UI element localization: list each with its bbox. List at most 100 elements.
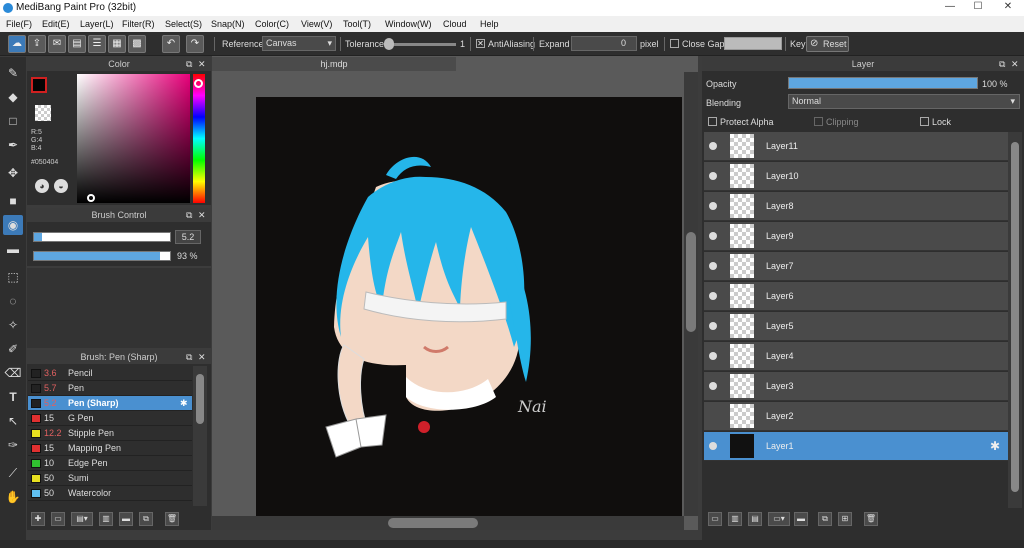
brush-list-scrollbar[interactable] [193, 366, 207, 506]
brush-menu-icon[interactable]: ▤▾ [71, 512, 93, 526]
brush-list-item[interactable]: 15 Mapping Pen [28, 441, 192, 456]
hue-handle[interactable] [194, 79, 203, 88]
menu-tool[interactable]: Tool(T) [343, 19, 371, 29]
layer-row[interactable]: Layer11 [704, 132, 1008, 161]
canvas-hscroll-thumb[interactable] [388, 518, 478, 528]
palette-icon[interactable]: ◕ [35, 179, 49, 193]
popout-icon[interactable]: ⧉ [999, 57, 1005, 71]
layout-icon[interactable]: ▩ [128, 35, 146, 53]
brush-list-item[interactable]: 5.7 Pen [28, 381, 192, 396]
brush-add-icon[interactable]: ✚ [31, 512, 45, 526]
operation-tool-icon[interactable]: ↖ [3, 411, 23, 431]
layer-list-scroll-thumb[interactable] [1011, 142, 1019, 492]
pen-tool-icon[interactable]: ✒ [3, 135, 23, 155]
eyedropper-icon[interactable]: ✑ [3, 435, 23, 455]
layer-folder-icon[interactable]: ▬ [794, 512, 808, 526]
visibility-eye-icon[interactable] [709, 352, 717, 360]
brush-list-item[interactable]: 50 Watercolor [28, 486, 192, 501]
panel-close-icon[interactable]: ✕ [1011, 57, 1019, 71]
tolerance-slider-handle[interactable] [384, 38, 394, 50]
select-eraser-icon[interactable]: ⌫ [3, 363, 23, 383]
reference-select[interactable]: Canvas ▾ [262, 36, 336, 51]
brush-list-item[interactable]: 50 Sumi [28, 471, 192, 486]
lock-checkbox[interactable] [920, 117, 929, 126]
brush-list-item[interactable]: 3.6 Pencil [28, 366, 192, 381]
document-icon[interactable]: ▤ [68, 35, 86, 53]
layer-opacity-slider[interactable] [788, 77, 978, 89]
brush-size-slider[interactable] [33, 232, 171, 242]
layer-row[interactable]: Layer10 [704, 162, 1008, 191]
brush-list-scroll-thumb[interactable] [196, 374, 204, 424]
panel-close-icon[interactable]: ✕ [198, 57, 206, 71]
protect-alpha-checkbox[interactable] [708, 117, 717, 126]
visibility-eye-icon[interactable] [709, 142, 717, 150]
document-tab[interactable]: hj.mdp [212, 57, 456, 71]
layer-row[interactable]: Layer4 [704, 342, 1008, 371]
brush-list-item[interactable]: 12.2 Stipple Pen [28, 426, 192, 441]
close-button[interactable]: ✕ [994, 0, 1022, 14]
canvas-vscroll-thumb[interactable] [686, 232, 696, 332]
minimize-button[interactable]: — [936, 0, 964, 14]
layer-row[interactable]: Layer9 [704, 222, 1008, 251]
layer-list-scrollbar[interactable] [1008, 132, 1022, 508]
new-layer-icon[interactable]: ▭ [708, 512, 722, 526]
brush-duplicate-icon[interactable]: ⧉ [139, 512, 153, 526]
layer-settings-icon[interactable]: ✱ [990, 439, 1000, 453]
layer-row[interactable]: Layer8 [704, 192, 1008, 221]
brush-opacity-slider[interactable] [33, 251, 171, 261]
menu-help[interactable]: Help [480, 19, 499, 29]
merge-layer-icon[interactable]: ⊞ [838, 512, 852, 526]
visibility-eye-icon[interactable] [709, 292, 717, 300]
panel-close-icon[interactable]: ✕ [198, 350, 206, 364]
hand-tool-icon[interactable]: ✋ [3, 487, 23, 507]
menu-select[interactable]: Select(S) [165, 19, 202, 29]
upload-icon[interactable]: ⇪ [28, 35, 46, 53]
move-tool-icon[interactable]: ✥ [3, 163, 23, 183]
dot-tool-icon[interactable]: □ [3, 111, 23, 131]
layer-row[interactable]: Layer5 [704, 312, 1008, 341]
blending-select[interactable]: Normal ▾ [788, 94, 1020, 109]
menu-cloud[interactable]: Cloud [443, 19, 467, 29]
brush-list-item[interactable]: 10 Edge Pen [28, 456, 192, 471]
brush-new-icon[interactable]: ▭ [51, 512, 65, 526]
visibility-eye-icon[interactable] [709, 232, 717, 240]
popout-icon[interactable]: ⧉ [186, 57, 192, 71]
select-rect-icon[interactable]: ⬚ [3, 267, 23, 287]
brush-list-item[interactable]: 5.2 Pen (Sharp) ✱ [28, 396, 192, 411]
fill-rect-tool-icon[interactable]: ■ [3, 191, 23, 211]
text-tool-icon[interactable]: T [3, 387, 23, 407]
menu-layer[interactable]: Layer(L) [80, 19, 114, 29]
antialiasing-checkbox[interactable]: ✕ [476, 39, 485, 48]
magic-wand-icon[interactable]: ✧ [3, 315, 23, 335]
visibility-eye-icon[interactable] [709, 262, 717, 270]
menu-view[interactable]: View(V) [301, 19, 332, 29]
popout-icon[interactable]: ⧉ [186, 208, 192, 222]
brush-list-item[interactable]: 15 G Pen [28, 411, 192, 426]
gradient-tool-icon[interactable]: ▬ [3, 239, 23, 259]
artwork-canvas[interactable]: Nai [256, 97, 682, 517]
maximize-button[interactable]: ☐ [964, 0, 992, 14]
cloud-icon[interactable]: ☁ [8, 35, 26, 53]
brush-size-value[interactable]: 5.2 [175, 230, 201, 244]
lasso-icon[interactable]: ◌ [3, 291, 23, 311]
menu-window[interactable]: Window(W) [385, 19, 432, 29]
layer-row[interactable]: Layer2 [704, 402, 1008, 431]
brush-doc-icon[interactable]: ▥ [99, 512, 113, 526]
tolerance-slider[interactable] [384, 43, 456, 46]
layer-row[interactable]: Layer1 ✱ [704, 432, 1008, 461]
eraser-tool-icon[interactable]: ◆ [3, 87, 23, 107]
close-gaps-checkbox[interactable] [670, 39, 679, 48]
close-gaps-slider[interactable] [724, 37, 782, 50]
duplicate-layer-icon[interactable]: ⧉ [818, 512, 832, 526]
layer-row[interactable]: Layer7 [704, 252, 1008, 281]
canvas-vertical-scrollbar[interactable] [684, 72, 698, 516]
undo-icon[interactable]: ↶ [162, 35, 180, 53]
select-pen-icon[interactable]: ✐ [3, 339, 23, 359]
menu-edit[interactable]: Edit(E) [42, 19, 70, 29]
palette-edit-icon[interactable]: ◒ [54, 179, 68, 193]
bucket-tool-icon[interactable]: ◉ [3, 215, 23, 235]
layer-row[interactable]: Layer6 [704, 282, 1008, 311]
page-icon[interactable]: ☰ [88, 35, 106, 53]
menu-snap[interactable]: Snap(N) [211, 19, 245, 29]
visibility-eye-icon[interactable] [709, 442, 717, 450]
